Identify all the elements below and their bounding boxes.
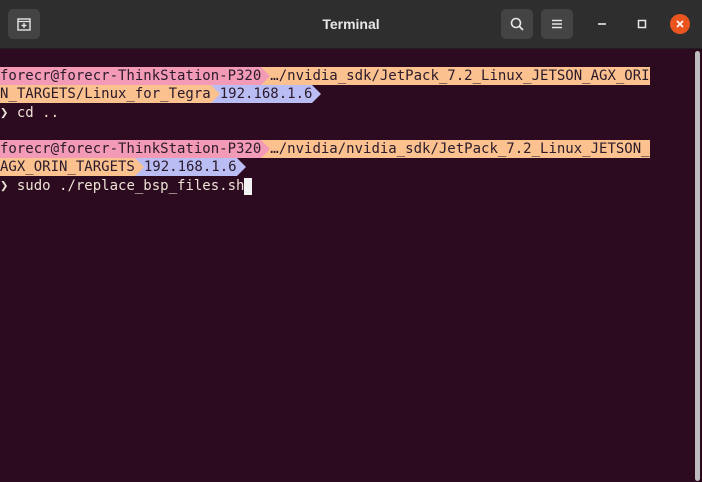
prompt-path-segment-wrap: N_TARGETS/Linux_for_Tegra [0,85,211,103]
prompt-chevron-icon: ❯ [0,105,9,121]
prompt-ip-segment: 192.168.1.6 [219,85,313,103]
prompt-user-segment: forecr@forecr-ThinkStation-P320 [0,67,262,85]
hamburger-menu-icon [552,19,562,29]
powerline-separator [236,158,246,176]
minimize-icon [598,23,606,25]
title-bar[interactable]: Terminal [0,0,702,49]
menu-button[interactable] [541,9,573,39]
close-button[interactable] [670,14,690,34]
powerline-separator [312,85,322,103]
close-icon [676,20,684,28]
prompt-line-wrap: AGX_ORIN_TARGETS 192.168.1.6 [0,158,246,176]
powerline-separator [261,67,271,85]
prompt-line: forecr@forecr-ThinkStation-P320 …/nvidia/… [0,140,650,158]
prompt-line: forecr@forecr-ThinkStation-P320 …/nvidia_… [0,67,650,85]
maximize-button[interactable] [632,14,652,34]
prompt-ip-segment: 192.168.1.6 [143,158,237,176]
command-line: ❯ cd .. [0,104,59,122]
text-cursor [244,178,253,195]
search-button[interactable] [501,9,533,39]
powerline-separator [261,140,271,158]
prompt-path-segment-wrap: AGX_ORIN_TARGETS [0,158,135,176]
prompt-user-segment: forecr@forecr-ThinkStation-P320 [0,140,262,158]
new-tab-icon [17,18,31,31]
prompt-line-wrap: N_TARGETS/Linux_for_Tegra 192.168.1.6 [0,85,322,103]
powerline-separator [210,85,220,103]
terminal-output[interactable]: forecr@forecr-ThinkStation-P320 …/nvidia_… [0,49,690,482]
scrollbar-thumb[interactable] [695,51,700,481]
terminal-window: Terminal forecr@forecr-ThinkStation-P320… [0,0,702,482]
new-tab-button[interactable] [8,9,40,39]
prompt-path-segment: …/nvidia_sdk/JetPack_7.2_Linux_JETSON_AG… [270,67,650,85]
search-icon [510,17,524,31]
command-line[interactable]: ❯ sudo ./replace_bsp_files.sh [0,177,253,195]
terminal-scrollbar[interactable] [692,49,702,482]
maximize-icon [637,19,647,29]
minimize-button[interactable] [592,14,612,34]
prompt-path-segment: …/nvidia/nvidia_sdk/JetPack_7.2_Linux_JE… [270,140,650,158]
prompt-chevron-icon: ❯ [0,178,9,194]
powerline-separator [134,158,144,176]
command-text: cd .. [16,105,60,121]
command-input-text[interactable]: sudo ./replace_bsp_files.sh [17,178,245,194]
